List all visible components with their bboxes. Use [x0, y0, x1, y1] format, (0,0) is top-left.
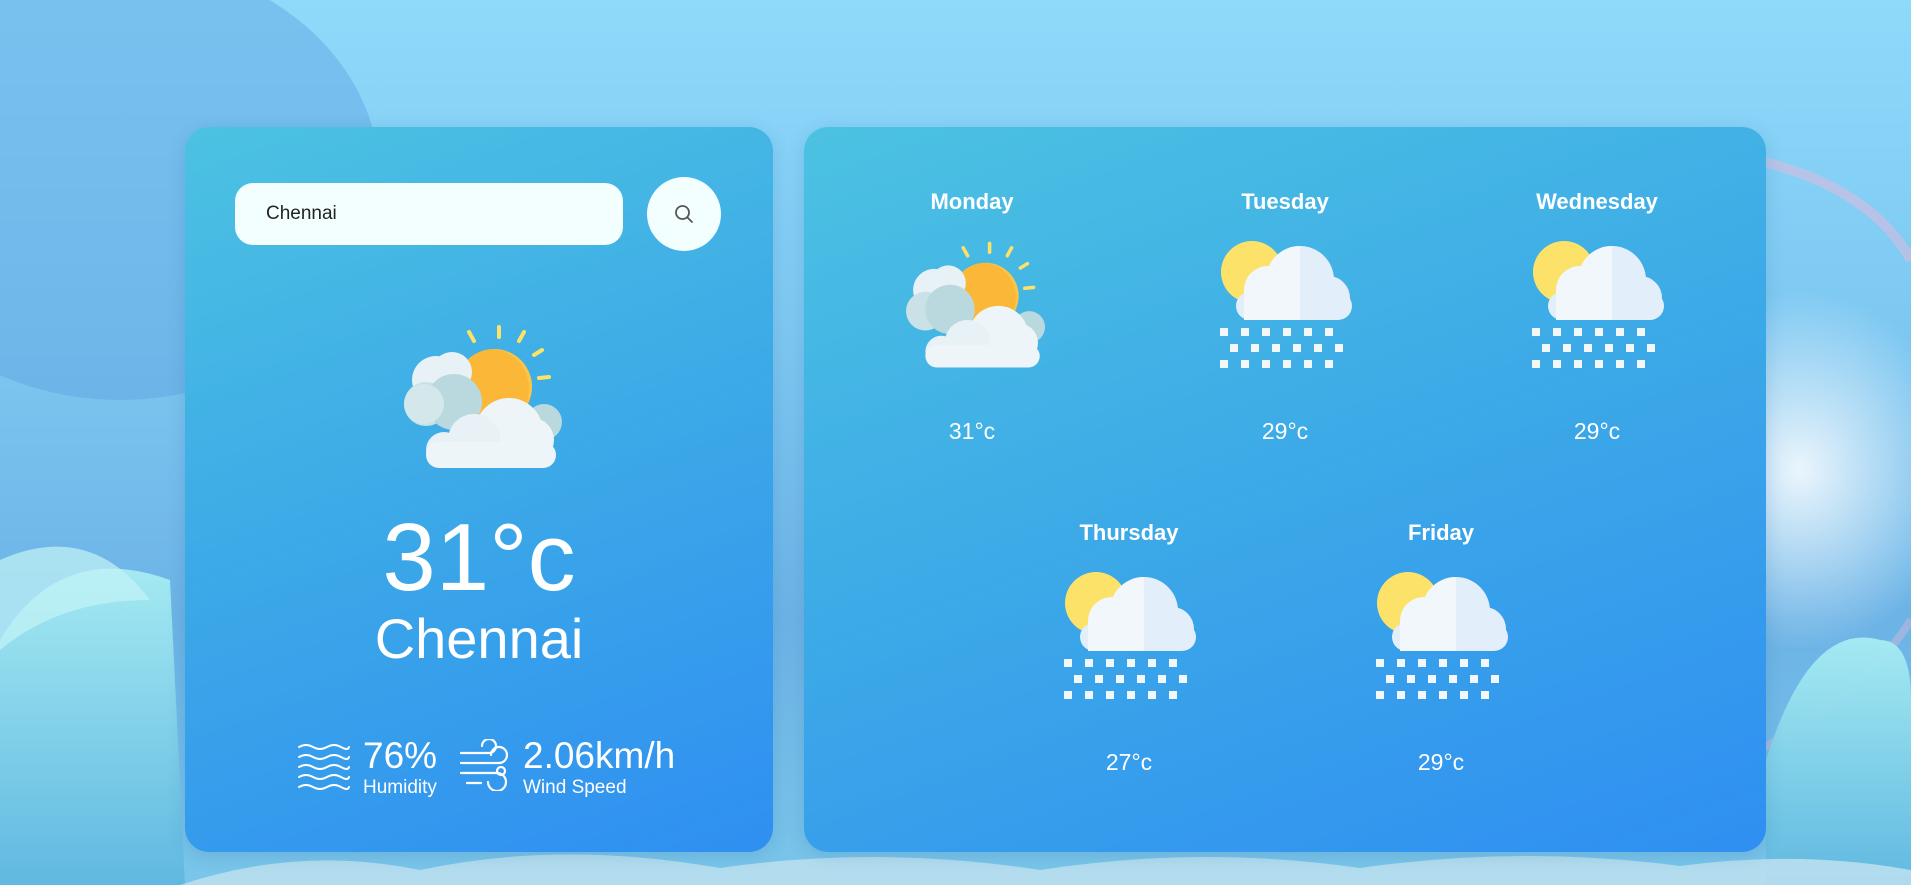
- wind-stat: 2.06km/h Wind Speed: [459, 737, 675, 797]
- city-search-input[interactable]: [235, 183, 623, 245]
- snow-icon: [1376, 572, 1508, 699]
- humidity-label: Humidity: [363, 777, 437, 798]
- forecast-day-card: Thursday 27°c: [1009, 458, 1249, 774]
- sun-cloud-icon: [906, 241, 1046, 368]
- forecast-temp: 29°c: [1573, 418, 1621, 444]
- forecast-day-name: Monday: [930, 189, 1014, 214]
- forecast-temp: 29°c: [1261, 418, 1309, 444]
- forecast-day-name: Tuesday: [1241, 189, 1329, 214]
- current-weather-panel: 31°c Chennai 76% Humidity: [185, 127, 773, 852]
- current-temperature: 31°c: [382, 504, 576, 611]
- forecast-day-name: Thursday: [1079, 520, 1179, 545]
- current-city: Chennai: [374, 607, 584, 670]
- snow-icon: [1064, 572, 1196, 699]
- search-icon: [675, 205, 693, 223]
- humidity-value: 76%: [363, 735, 438, 776]
- humidity-waves-icon: [298, 744, 350, 790]
- forecast-panel: Monday 31°c Tuesday 29°c Wednesday 29°c …: [804, 127, 1766, 852]
- snow-icon: [1532, 241, 1664, 368]
- wind-label: Wind Speed: [523, 777, 627, 798]
- search-button[interactable]: [647, 177, 721, 251]
- humidity-stat: 76% Humidity: [297, 737, 437, 797]
- forecast-temp: 27°c: [1105, 749, 1153, 775]
- forecast-day-card: Monday 31°c: [852, 127, 1092, 443]
- forecast-day-name: Friday: [1407, 520, 1475, 545]
- forecast-day-card: Friday 29°c: [1321, 458, 1561, 774]
- wind-value: 2.06km/h: [523, 735, 676, 776]
- forecast-day-card: Tuesday 29°c: [1165, 127, 1405, 443]
- forecast-temp: 31°c: [948, 418, 996, 444]
- forecast-day-card: Wednesday 29°c: [1477, 127, 1717, 443]
- forecast-temp: 29°c: [1417, 749, 1465, 775]
- sun-cloud-icon: [404, 325, 562, 468]
- wind-icon: [459, 739, 509, 791]
- forecast-day-name: Wednesday: [1536, 189, 1658, 214]
- snow-icon: [1220, 241, 1352, 368]
